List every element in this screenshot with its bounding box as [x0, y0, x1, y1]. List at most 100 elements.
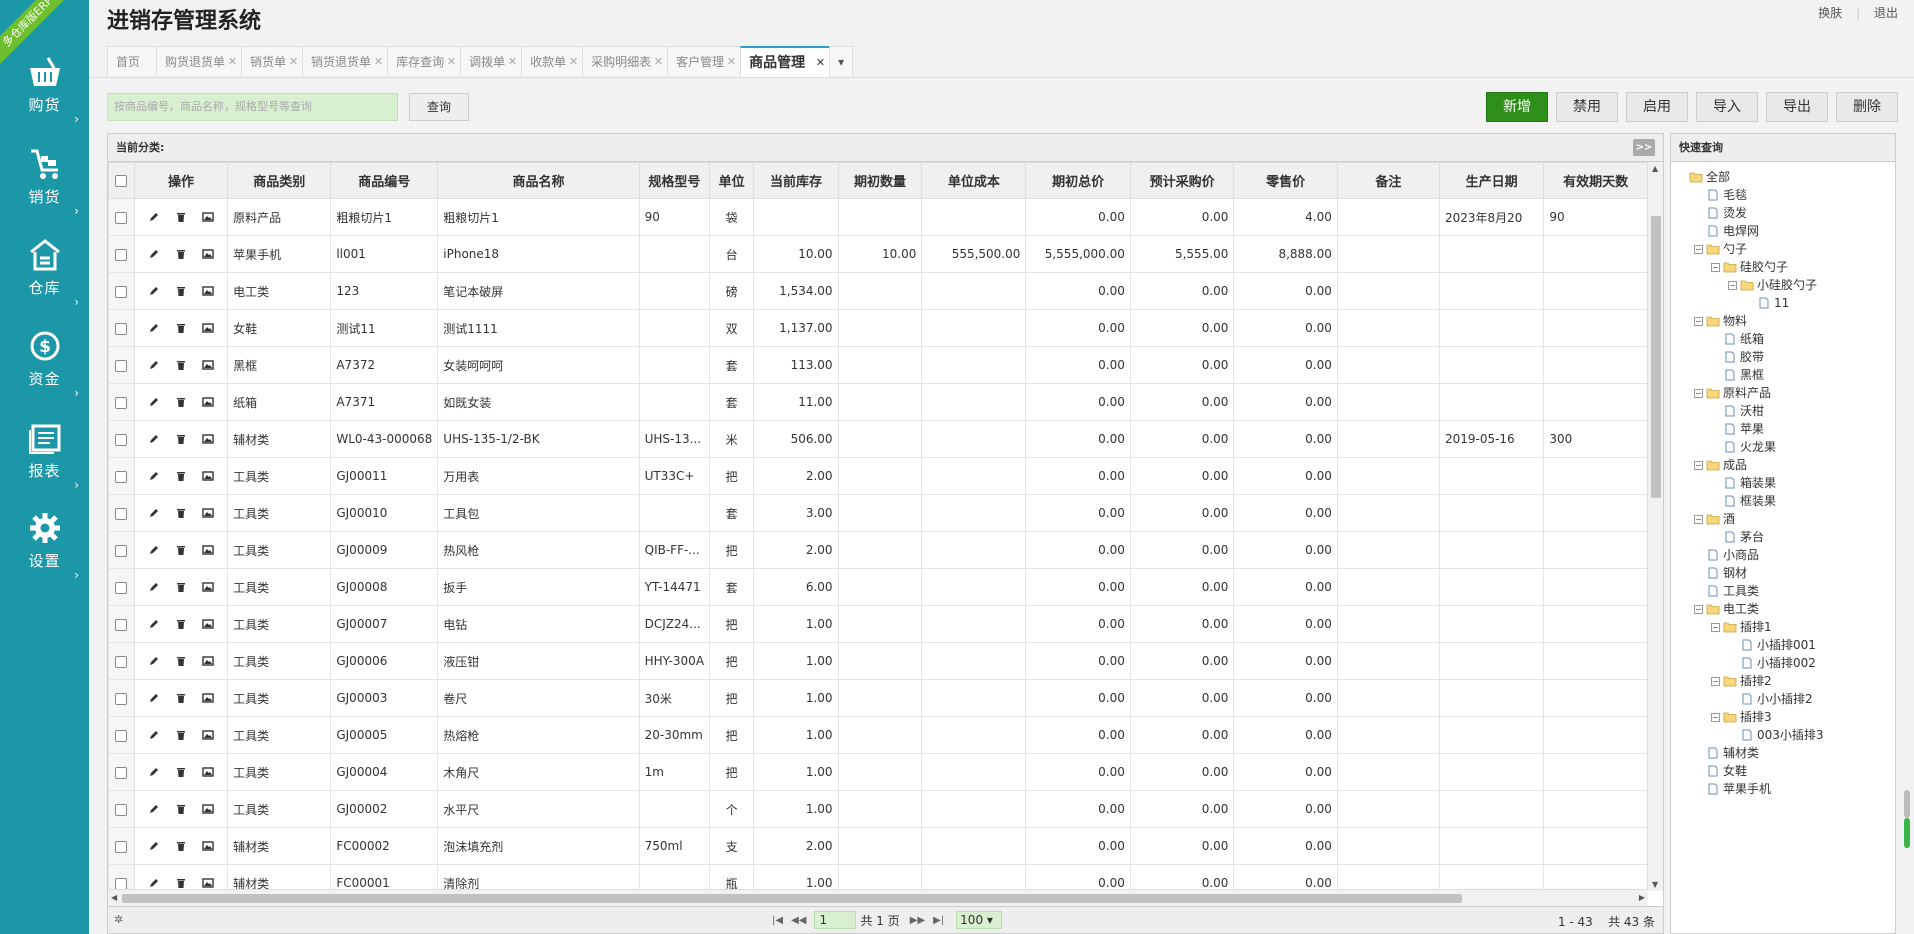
image-icon[interactable]: [202, 396, 215, 408]
tree-node[interactable]: 火龙果: [1677, 438, 1824, 456]
trash-icon[interactable]: [175, 322, 187, 334]
row-checkbox[interactable]: [115, 507, 128, 520]
table-row[interactable]: 电工类 123 笔记本破屏磅 1,534.00 0.00 0.00 0.00: [108, 272, 1648, 310]
tree-node[interactable]: 沃柑: [1677, 402, 1824, 420]
tree-node[interactable]: 工具类: [1677, 582, 1824, 600]
skin-link[interactable]: 换肤: [1818, 6, 1842, 20]
trash-icon[interactable]: [175, 840, 187, 852]
tab-customers[interactable]: 客户管理 ✕: [667, 46, 742, 77]
close-icon[interactable]: ✕: [654, 47, 663, 77]
tree-node[interactable]: 烫发: [1677, 204, 1824, 222]
import-button[interactable]: 导入: [1696, 92, 1758, 122]
image-icon[interactable]: [202, 766, 215, 778]
image-icon[interactable]: [202, 211, 215, 223]
trash-icon[interactable]: [175, 618, 187, 630]
image-icon[interactable]: [202, 618, 215, 630]
vertical-scrollbar[interactable]: ▲ ▼: [1647, 162, 1663, 891]
sidebar-item-warehouse[interactable]: 仓库 ›: [0, 239, 89, 319]
horizontal-scroll-thumb[interactable]: [122, 894, 1462, 903]
image-icon[interactable]: [202, 655, 215, 667]
first-page-icon[interactable]: |◀: [772, 915, 783, 926]
close-icon[interactable]: ✕: [228, 47, 237, 77]
tree-node[interactable]: 全部: [1677, 168, 1824, 186]
table-row[interactable]: 工具类 GJ00002 水平尺个 1.00 0.00 0.00 0.00: [108, 790, 1648, 828]
collapse-toggle-icon[interactable]: −: [1728, 280, 1737, 290]
table-row[interactable]: 纸箱 A7371 如既女装套 11.00 0.00 0.00 0.00: [108, 383, 1648, 421]
logout-link[interactable]: 退出: [1874, 6, 1898, 20]
tab-receipt[interactable]: 收款单 ✕: [521, 46, 584, 77]
row-checkbox[interactable]: [115, 840, 128, 853]
collapse-toggle-icon[interactable]: −: [1711, 712, 1720, 722]
trash-icon[interactable]: [175, 544, 187, 556]
vertical-scroll-thumb[interactable]: [1651, 216, 1661, 498]
tab-sales-return[interactable]: 销货退货单 ✕: [302, 46, 389, 76]
gear-icon[interactable]: ✲: [114, 913, 123, 926]
edit-icon[interactable]: [148, 544, 160, 556]
tree-node[interactable]: 小小插排2: [1677, 690, 1824, 708]
row-checkbox[interactable]: [115, 322, 128, 335]
close-icon[interactable]: ✕: [727, 47, 736, 77]
collapse-toggle-icon[interactable]: −: [1694, 514, 1703, 524]
tree-node[interactable]: 003小插排3: [1677, 726, 1824, 744]
tree-node[interactable]: − 电工类: [1677, 600, 1824, 618]
image-icon[interactable]: [202, 581, 215, 593]
edit-icon[interactable]: [148, 507, 160, 519]
close-icon[interactable]: ✕: [569, 47, 578, 77]
row-checkbox[interactable]: [115, 211, 128, 224]
tree-node[interactable]: 苹果手机: [1677, 780, 1824, 798]
tree-node[interactable]: 黑框: [1677, 366, 1824, 384]
tree-node[interactable]: 11: [1677, 294, 1824, 312]
tab-transfer[interactable]: 调拨单 ✕: [460, 46, 523, 77]
trash-icon[interactable]: [175, 433, 187, 445]
edit-icon[interactable]: [148, 692, 160, 704]
table-row[interactable]: 工具类 GJ00003 卷尺 30米把 1.00 0.00 0.00 0.00: [108, 679, 1648, 717]
trash-icon[interactable]: [175, 729, 187, 741]
row-checkbox[interactable]: [115, 766, 128, 779]
tree-node[interactable]: 茅台: [1677, 528, 1824, 546]
tree-node[interactable]: 小插排001: [1677, 636, 1824, 654]
edit-icon[interactable]: [148, 470, 160, 482]
collapse-toggle-icon[interactable]: −: [1694, 460, 1703, 470]
trash-icon[interactable]: [175, 581, 187, 593]
tree-node[interactable]: 纸箱: [1677, 330, 1824, 348]
export-button[interactable]: 导出: [1766, 92, 1828, 122]
close-icon[interactable]: ✕: [508, 47, 517, 77]
table-row[interactable]: 工具类 GJ00009 热风枪 QIB-FF-... 把 2.00 0.00 0.00 0.00: [108, 531, 1648, 569]
sidebar-item-settings[interactable]: 设置 ›: [0, 512, 89, 592]
page-number-input[interactable]: 1: [814, 911, 857, 929]
trash-icon[interactable]: [175, 359, 187, 371]
row-checkbox[interactable]: [115, 433, 128, 446]
close-icon[interactable]: ✕: [816, 48, 825, 78]
table-row[interactable]: 工具类 GJ00010 工具包套 3.00 0.00 0.00 0.00: [108, 494, 1648, 532]
tree-node[interactable]: 毛毯: [1677, 186, 1824, 204]
row-checkbox[interactable]: [115, 655, 128, 668]
image-icon[interactable]: [202, 692, 215, 704]
tree-node[interactable]: 电焊网: [1677, 222, 1824, 240]
trash-icon[interactable]: [175, 396, 187, 408]
image-icon[interactable]: [202, 877, 215, 889]
row-checkbox[interactable]: [115, 359, 128, 372]
tree-node[interactable]: 箱装果: [1677, 474, 1824, 492]
scroll-left-icon[interactable]: ◀: [111, 893, 117, 902]
tree-node[interactable]: − 成品: [1677, 456, 1824, 474]
edit-icon[interactable]: [148, 581, 160, 593]
image-icon[interactable]: [202, 507, 215, 519]
edit-icon[interactable]: [148, 655, 160, 667]
image-icon[interactable]: [202, 729, 215, 741]
tree-node[interactable]: 辅材类: [1677, 744, 1824, 762]
collapse-toggle-icon[interactable]: −: [1694, 388, 1703, 398]
add-button[interactable]: 新增: [1486, 92, 1548, 122]
last-page-icon[interactable]: ▶|: [933, 915, 944, 926]
table-row[interactable]: 工具类 GJ00006 液压钳 HHY-300A 把 1.00 0.00 0.00 0.00: [108, 642, 1648, 680]
tab-purchase-detail[interactable]: 采购明细表 ✕: [582, 46, 669, 77]
next-page-icon[interactable]: ▶▶: [910, 915, 925, 926]
tree-node[interactable]: − 插排1: [1677, 618, 1824, 636]
row-checkbox[interactable]: [115, 692, 128, 705]
edit-icon[interactable]: [148, 248, 160, 260]
edit-icon[interactable]: [148, 211, 160, 223]
collapse-toggle-icon[interactable]: −: [1694, 316, 1703, 326]
row-checkbox[interactable]: [115, 618, 128, 631]
tree-node[interactable]: − 勺子: [1677, 240, 1824, 258]
scroll-up-icon[interactable]: ▲: [1652, 164, 1658, 173]
table-row[interactable]: 工具类 GJ00008 扳手 YT-14471 套 6.00 0.00 0.00 0.00: [108, 568, 1648, 606]
